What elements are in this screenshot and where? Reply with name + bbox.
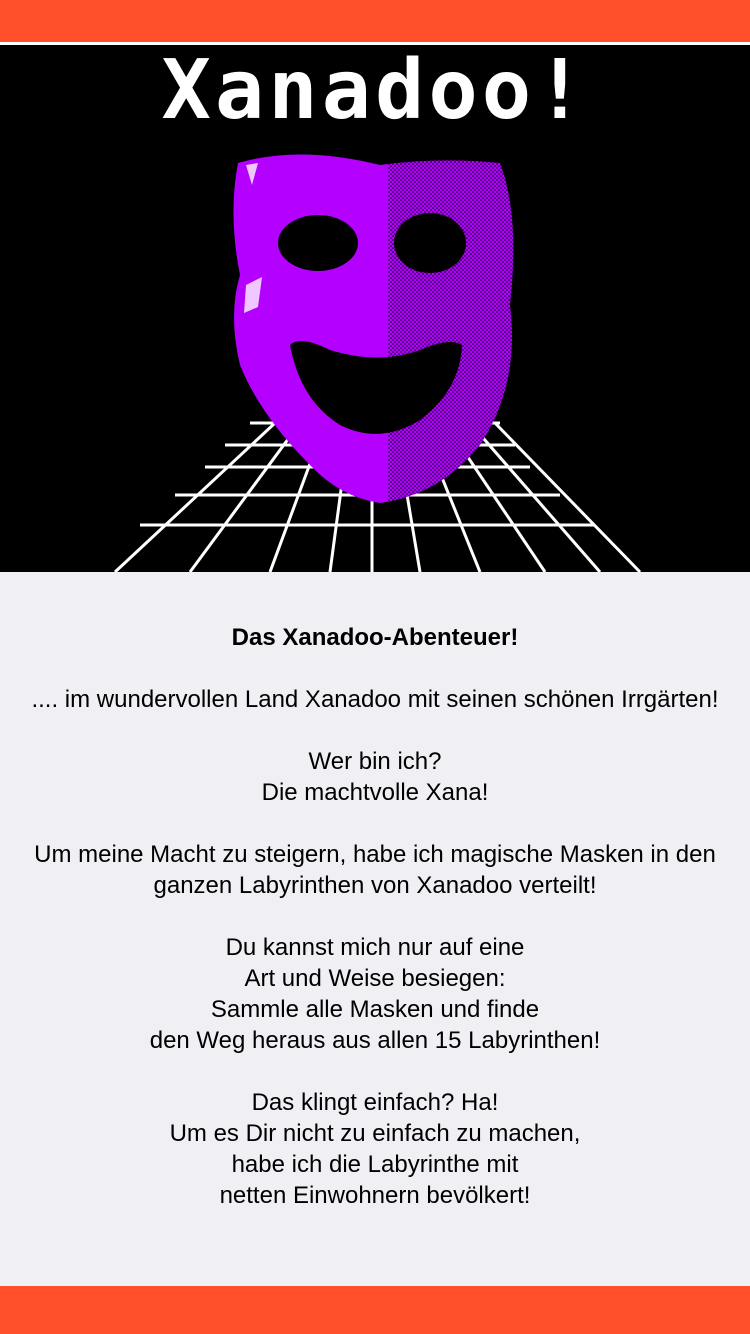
challenge-line: netten Einwohnern bevölkert!	[219, 1182, 531, 1209]
story-text: Das Xanadoo-Abenteuer! .... im wundervol…	[20, 622, 730, 1242]
story-defeat: Du kannst mich nur auf eine Art und Weis…	[20, 932, 730, 1056]
story-headline: Das Xanadoo-Abenteuer!	[231, 624, 519, 651]
story-power: Um meine Macht zu steigern, habe ich mag…	[34, 841, 716, 899]
who-question: Wer bin ich?	[308, 748, 442, 775]
story-challenge: Das klingt einfach? Ha! Um es Dir nicht …	[20, 1087, 730, 1211]
story-content: Das Xanadoo-Abenteuer! .... im wundervol…	[0, 572, 750, 1286]
defeat-line: Du kannst mich nur auf eine	[225, 934, 525, 961]
story-who: Wer bin ich? Die machtvolle Xana!	[20, 746, 730, 808]
who-answer: Die machtvolle Xana!	[261, 779, 489, 806]
defeat-line: den Weg heraus aus allen 15 Labyrinthen!	[149, 1027, 601, 1054]
bottom-accent-bar	[0, 1286, 750, 1334]
top-accent-bar	[0, 0, 750, 42]
challenge-line: Das klingt einfach? Ha!	[251, 1089, 499, 1116]
defeat-line: Art und Weise besiegen:	[244, 965, 506, 992]
hero-banner: Xanadoo!	[0, 45, 750, 572]
game-title: Xanadoo!	[161, 45, 589, 138]
challenge-line: Um es Dir nicht zu einfach zu machen,	[169, 1120, 581, 1147]
challenge-line: habe ich die Labyrinthe mit	[231, 1151, 519, 1178]
purple-mask	[233, 154, 514, 503]
defeat-line: Sammle alle Masken und finde	[210, 996, 540, 1023]
story-intro: .... im wundervollen Land Xanadoo mit se…	[31, 686, 719, 713]
